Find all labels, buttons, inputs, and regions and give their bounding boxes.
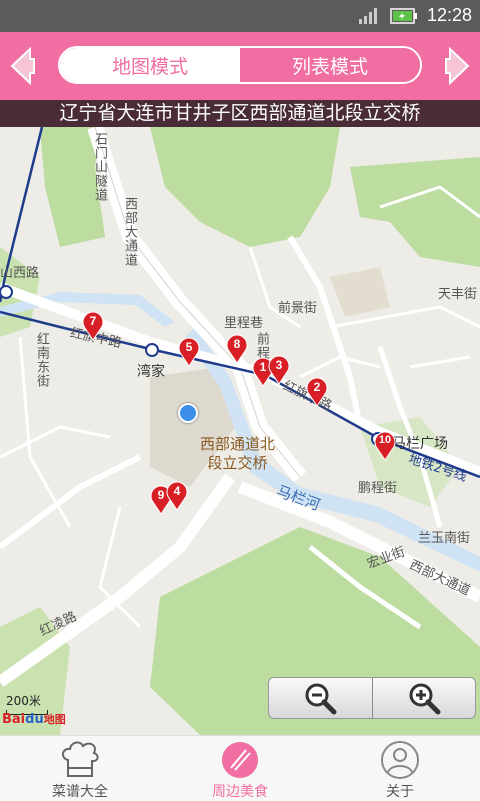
battery-icon	[390, 8, 417, 24]
chef-hat-icon	[62, 741, 99, 777]
tab-map-mode[interactable]: 地图模式	[60, 48, 240, 82]
street-label: 山西路	[0, 266, 40, 281]
zoom-control	[268, 677, 476, 719]
current-address: 辽宁省大连市甘井子区西部通道北段立交桥	[0, 100, 480, 127]
street-label: 兰玉南街	[418, 531, 471, 546]
scale-label: 200米	[6, 694, 41, 708]
location-name-line: 西部通道北	[200, 435, 276, 453]
street-label: 鹏程街	[358, 481, 398, 496]
place-label: 湾家	[137, 364, 165, 380]
signal-icon	[359, 8, 377, 24]
baidu-map-logo: Baidu地图	[2, 712, 66, 727]
street-label: 里程巷	[224, 316, 264, 331]
pin-number: 5	[185, 340, 193, 354]
pin-number: 10	[378, 434, 392, 446]
tab-label: 关于	[386, 784, 414, 800]
street-label: 西部大通道	[122, 197, 137, 267]
location-name-line: 段立交桥	[207, 454, 268, 472]
restaurant-pin[interactable]: 4	[166, 481, 188, 511]
nearby-food-icon	[222, 742, 258, 778]
clock: 12:28	[426, 5, 472, 25]
zoom-out-icon	[305, 683, 337, 715]
my-location-icon	[178, 403, 198, 423]
view-mode-switch: 地图模式 列表模式	[58, 46, 422, 84]
right-arrow-icon[interactable]	[444, 45, 472, 87]
zoom-out-button[interactable]	[269, 678, 372, 718]
restaurant-pin[interactable]: 7	[82, 311, 104, 341]
tab-about[interactable]: 关于	[320, 736, 480, 801]
restaurant-pin[interactable]: 5	[178, 337, 200, 367]
street-label: 天丰街	[438, 287, 478, 302]
restaurant-pin[interactable]: 3	[268, 355, 290, 385]
user-icon	[381, 741, 419, 779]
bottom-tab-bar: 菜谱大全 周边美食 关于	[0, 735, 480, 801]
status-bar: 12:28	[0, 0, 480, 32]
selected-location-label: 西部通道北 段立交桥	[200, 435, 275, 473]
pin-number: 3	[275, 358, 283, 372]
zoom-in-button[interactable]	[371, 678, 476, 718]
header: 地图模式 列表模式	[0, 32, 480, 100]
zoom-in-icon	[409, 683, 441, 715]
restaurant-pin[interactable]: 2	[306, 377, 328, 407]
tab-nearby-food[interactable]: 周边美食	[160, 736, 320, 801]
left-arrow-icon[interactable]	[8, 45, 36, 87]
pin-number: 4	[173, 484, 181, 498]
tab-label: 菜谱大全	[52, 784, 108, 800]
pin-number: 7	[89, 314, 97, 328]
tab-list-mode[interactable]: 列表模式	[240, 48, 420, 82]
tab-label: 周边美食	[212, 784, 268, 800]
map-view[interactable]: 石门山隧道 西部大通道 山西路 红旗中路 红南东街 湾家 里程巷 前景街 前程巷…	[0, 127, 480, 735]
pin-number: 2	[313, 380, 321, 394]
street-label: 石门山隧道	[92, 132, 107, 202]
street-label: 前景街	[278, 301, 318, 316]
map-base	[0, 127, 480, 735]
pin-number: 8	[233, 337, 241, 351]
restaurant-pin[interactable]: 10	[374, 431, 396, 461]
tab-recipes[interactable]: 菜谱大全	[0, 736, 160, 801]
street-label: 红南东街	[34, 332, 49, 388]
restaurant-pin[interactable]: 8	[226, 334, 248, 364]
